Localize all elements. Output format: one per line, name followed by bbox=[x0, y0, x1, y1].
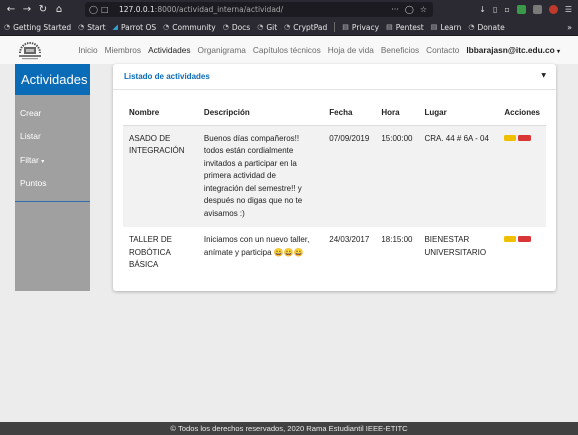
column-header: Descripción bbox=[197, 100, 324, 126]
globe-icon: ◔ bbox=[468, 23, 475, 31]
cell-nombre: TALLER DE ROBÓTICA BÁSICA bbox=[129, 235, 172, 269]
bookmark-item[interactable]: ◔ CryptPad bbox=[284, 23, 327, 32]
library-icon[interactable]: ▯ bbox=[493, 5, 497, 14]
cell-acciones bbox=[498, 125, 546, 227]
browser-toolbar: ← → ↻ ⌂ ◯ □ 127.0.0.1:8000/actividad_int… bbox=[0, 0, 578, 19]
nav-link-inicio[interactable]: Inicio bbox=[78, 45, 97, 55]
bookmark-star-icon[interactable]: ☆ bbox=[420, 5, 427, 14]
bookmark-item[interactable]: ◢ Parrot OS bbox=[113, 23, 157, 32]
sidebar-toggle-icon[interactable]: ▫ bbox=[504, 5, 509, 14]
sidebar-item-listar[interactable]: Listar bbox=[20, 131, 41, 141]
nav-link-beneficios[interactable]: Beneficios bbox=[381, 45, 419, 55]
menu-icon[interactable]: ☰ bbox=[565, 5, 572, 14]
bookmark-item[interactable]: ◔ Git bbox=[257, 23, 277, 32]
bookmarks-overflow-icon[interactable]: » bbox=[567, 23, 572, 32]
site-navbar: Inicio Miembros Actividades Organigrama … bbox=[0, 36, 578, 64]
footer: © Todos los derechos reservados, 2020 Ra… bbox=[0, 422, 578, 435]
column-header: Acciones bbox=[498, 100, 546, 126]
nav-link-organigrama[interactable]: Organigrama bbox=[198, 45, 246, 55]
folder-icon: ▤ bbox=[430, 23, 438, 31]
bookmark-item[interactable]: ◔ Donate bbox=[468, 23, 504, 32]
column-header: Fecha bbox=[323, 100, 376, 126]
bookmarks-bar: ◔ Getting Started ◔ Start ◢ Parrot OS ◔ Comm… bbox=[0, 19, 578, 36]
nav-link-hoja-de-vida[interactable]: Hoja de vida bbox=[328, 45, 374, 55]
table-row: ASADO DE INTEGRACIÓN Buenos días compañe… bbox=[123, 125, 546, 227]
cell-acciones bbox=[498, 227, 546, 279]
column-header: Lugar bbox=[418, 100, 499, 126]
cell-hora: 15:00:00 bbox=[375, 125, 419, 227]
forward-icon[interactable]: → bbox=[19, 2, 35, 18]
parrot-icon: ◢ bbox=[112, 23, 118, 31]
caret-down-icon[interactable]: ▼ bbox=[541, 72, 546, 79]
ieee-logo[interactable] bbox=[14, 39, 46, 61]
bookmark-folder[interactable]: ▤ Learn bbox=[431, 23, 462, 32]
extension-icon[interactable] bbox=[532, 5, 542, 14]
cell-descripcion: Iniciamos con un nuevo taller, anímate y… bbox=[203, 235, 310, 257]
cell-lugar: BIENESTAR UNIVERSITARIO bbox=[424, 235, 487, 257]
bookmark-item[interactable]: ◔ Docs bbox=[223, 23, 251, 32]
pocket-icon[interactable]: ◯ bbox=[405, 5, 414, 14]
nav-link-miembros[interactable]: Miembros bbox=[105, 45, 141, 55]
home-icon[interactable]: ⌂ bbox=[51, 2, 67, 18]
globe-icon: ◔ bbox=[4, 23, 11, 31]
page-info-icon[interactable]: □ bbox=[101, 5, 113, 14]
globe-icon: ◔ bbox=[163, 23, 170, 31]
column-header: Nombre bbox=[123, 100, 198, 126]
globe-icon: ◔ bbox=[78, 23, 85, 31]
bookmark-item[interactable]: ◔ Community bbox=[163, 23, 216, 32]
bookmark-separator bbox=[334, 22, 336, 32]
downloads-icon[interactable]: ↓ bbox=[479, 5, 486, 14]
cell-nombre: ASADO DE INTEGRACIÓN bbox=[123, 125, 198, 227]
folder-icon: ▤ bbox=[386, 23, 393, 31]
edit-button[interactable] bbox=[504, 236, 517, 242]
nav-link-capitulos[interactable]: Capítulos técnicos bbox=[253, 45, 321, 55]
sidebar-divider bbox=[15, 201, 90, 202]
bookmark-folder[interactable]: ▤ Privacy bbox=[342, 23, 379, 32]
bookmark-folder[interactable]: ▤ Pentest bbox=[386, 23, 424, 32]
table-header-row: Nombre Descripción Fecha Hora Lugar Acci… bbox=[123, 100, 546, 126]
bookmark-item[interactable]: ◔ Start bbox=[78, 23, 105, 32]
sidebar: Actividades Crear Listar Filtar ▾ Puntos bbox=[15, 64, 90, 291]
delete-button[interactable] bbox=[518, 236, 532, 242]
user-email: lbbarajasn@itc.edu.co bbox=[466, 45, 555, 55]
caret-down-icon: ▾ bbox=[41, 159, 45, 165]
nav-link-contacto[interactable]: Contacto bbox=[426, 45, 459, 55]
delete-button[interactable] bbox=[518, 134, 532, 141]
page-actions-icon[interactable]: ··· bbox=[391, 5, 399, 14]
url-text: 127.0.0.1:8000/actividad_interna/activid… bbox=[119, 5, 284, 14]
extension-icon[interactable] bbox=[516, 5, 526, 14]
address-bar[interactable]: ◯ □ 127.0.0.1:8000/actividad_interna/act… bbox=[85, 2, 433, 17]
shield-icon: ◯ bbox=[89, 5, 98, 14]
edit-button[interactable] bbox=[504, 134, 517, 141]
globe-icon: ◔ bbox=[222, 23, 229, 31]
cell-descripcion: Buenos días compañeros!! todos están cor… bbox=[197, 125, 324, 227]
back-icon[interactable]: ← bbox=[3, 2, 19, 18]
chevron-down-icon: ▾ bbox=[556, 49, 560, 55]
column-header: Hora bbox=[375, 100, 419, 126]
extension-icon[interactable] bbox=[548, 5, 558, 14]
bookmark-item[interactable]: ◔ Getting Started bbox=[4, 23, 71, 32]
cell-fecha: 24/03/2017 bbox=[329, 235, 370, 244]
reload-icon[interactable]: ↻ bbox=[35, 2, 51, 18]
cell-hora: 18:15:00 bbox=[381, 235, 413, 244]
sidebar-item-filtar[interactable]: Filtar ▾ bbox=[20, 155, 44, 165]
cell-lugar: CRA. 44 # 6A - 04 bbox=[418, 125, 499, 227]
globe-icon: ◔ bbox=[257, 23, 264, 31]
globe-icon: ◔ bbox=[284, 23, 291, 31]
card-header: Listado de actividades bbox=[113, 64, 556, 90]
card-title: Listado de actividades bbox=[124, 72, 210, 81]
table-row: TALLER DE ROBÓTICA BÁSICA Iniciamos con … bbox=[123, 227, 546, 279]
activities-card: Listado de actividades ▼ Nombre Descripc… bbox=[113, 64, 556, 291]
sidebar-item-label: Filtar bbox=[20, 155, 39, 165]
nav-link-actividades[interactable]: Actividades bbox=[148, 45, 190, 55]
activities-table: Nombre Descripción Fecha Hora Lugar Acci… bbox=[123, 100, 546, 279]
sidebar-item-crear[interactable]: Crear bbox=[20, 108, 41, 118]
user-menu[interactable]: lbbarajasn@itc.edu.co ▾ bbox=[466, 45, 560, 55]
folder-icon: ▤ bbox=[342, 23, 349, 31]
cell-fecha: 07/09/2019 bbox=[323, 125, 376, 227]
sidebar-title: Actividades bbox=[15, 64, 90, 95]
sidebar-item-puntos[interactable]: Puntos bbox=[20, 178, 46, 188]
